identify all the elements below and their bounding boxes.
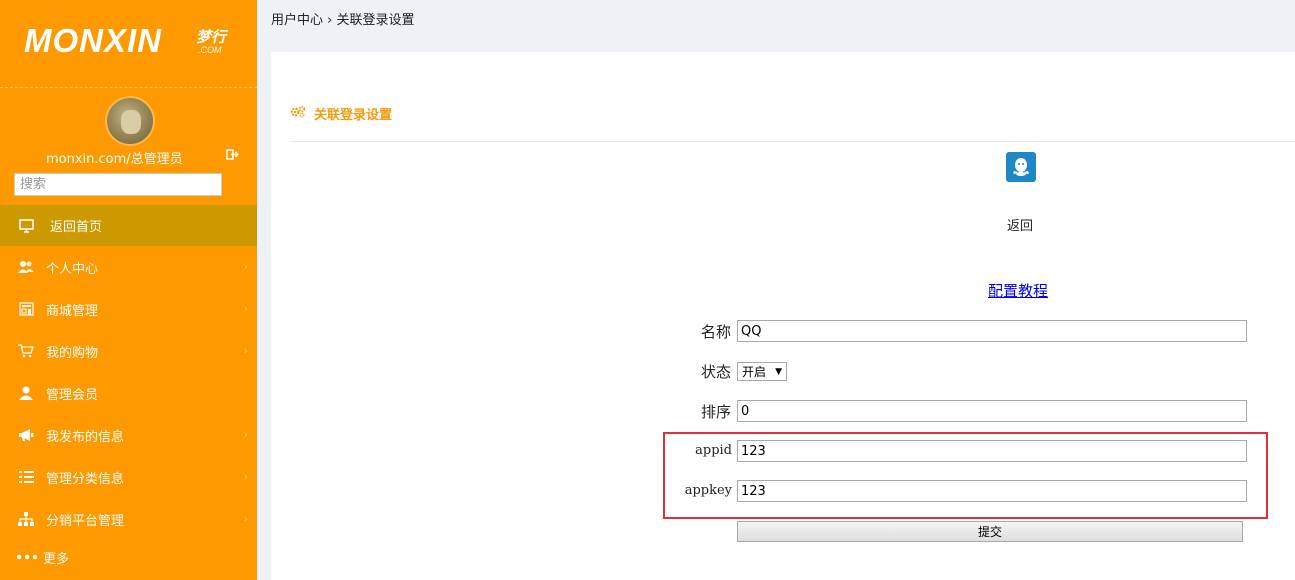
chevron-right-icon: ›: [243, 512, 248, 525]
sort-label: 排序: [700, 403, 731, 421]
submit-button[interactable]: 提交: [737, 521, 1243, 542]
status-select[interactable]: 开启 ▼: [737, 362, 787, 381]
topbar: 用户中心 › 关联登录设置: [257, 0, 1295, 52]
name-label: 名称: [700, 323, 731, 341]
divider: [290, 141, 1295, 142]
config-tutorial-link[interactable]: 配置教程: [988, 280, 1048, 301]
chevron-right-icon: ›: [243, 260, 248, 273]
avatar-image: [121, 110, 141, 134]
appkey-field[interactable]: [737, 480, 1247, 502]
user-icon: [18, 385, 34, 401]
sidebar-item-label: 管理分类信息: [46, 471, 125, 487]
sidebar-item-label: 返回首页: [50, 220, 103, 235]
panel-title-text: 关联登录设置: [314, 108, 393, 123]
sidebar-item-label: 我的购物: [46, 345, 99, 361]
list-icon: [18, 469, 34, 485]
status-label: 状态: [700, 363, 731, 381]
logo-com: .COM: [198, 45, 222, 55]
breadcrumb-current: 关联登录设置: [336, 13, 415, 28]
logo-cn: 梦行: [196, 28, 227, 46]
search-input[interactable]: [14, 173, 222, 196]
cart-icon: [18, 343, 34, 359]
breadcrumb-home[interactable]: 用户中心: [271, 13, 323, 28]
sidebar-item-label: 个人中心: [46, 261, 99, 277]
users-icon: [18, 259, 34, 275]
sidebar-item-personal-center[interactable]: 个人中心 ›: [0, 246, 257, 288]
sidebar-item-label: 我发布的信息: [46, 429, 125, 445]
sidebar-item-store-management[interactable]: 商城管理 ›: [0, 288, 257, 330]
breadcrumb-separator: ›: [327, 13, 333, 28]
sort-field[interactable]: [737, 400, 1247, 422]
megaphone-icon: [18, 427, 34, 443]
main-panel: 关联登录设置 返回 配置教程 名称 状态 开启 ▼ 排序 appid appke…: [271, 52, 1295, 580]
appkey-label: appkey: [684, 483, 732, 498]
logo[interactable]: MONXIN 梦行 .COM: [0, 0, 257, 88]
sidebar-item-label: 分销平台管理: [46, 513, 125, 529]
sidebar-item-manage-categories[interactable]: 管理分类信息 ›: [0, 456, 257, 498]
chevron-down-icon: ▼: [775, 366, 782, 377]
qq-icon: [1006, 152, 1036, 182]
sidebar: MONXIN 梦行 .COM monxin.com/总管理员 返回首页 个人中心…: [0, 0, 257, 580]
back-link[interactable]: 返回: [1007, 215, 1033, 234]
name-field[interactable]: [737, 320, 1247, 342]
status-select-value: 开启: [742, 365, 767, 379]
sitemap-icon: [18, 511, 34, 527]
avatar[interactable]: [105, 96, 155, 146]
appid-label: appid: [695, 443, 732, 458]
gears-icon: [290, 105, 306, 122]
sidebar-item-label: 商城管理: [46, 303, 99, 319]
sidebar-menu: 返回首页 个人中心 › 商城管理 › 我的购物 › 管理会员 我发布的信息 › …: [0, 205, 257, 574]
store-icon: [18, 301, 34, 317]
chevron-right-icon: ›: [243, 344, 248, 357]
sidebar-item-my-shopping[interactable]: 我的购物 ›: [0, 330, 257, 372]
more-dots-icon: [16, 549, 38, 565]
sidebar-item-distribution[interactable]: 分销平台管理 ›: [0, 498, 257, 540]
logo-text: MONXIN: [24, 22, 162, 59]
chevron-right-icon: ›: [243, 302, 248, 315]
panel-title: 关联登录设置: [290, 104, 392, 123]
breadcrumb: 用户中心 › 关联登录设置: [271, 9, 415, 28]
username[interactable]: monxin.com/总管理员: [46, 148, 183, 167]
sidebar-item-more[interactable]: 更多: [0, 540, 257, 574]
monitor-icon: [18, 218, 34, 234]
sidebar-item-label: 管理会员: [46, 387, 99, 403]
sidebar-item-label: 更多: [43, 551, 70, 567]
logout-icon[interactable]: [226, 148, 240, 161]
sidebar-item-manage-members[interactable]: 管理会员: [0, 372, 257, 414]
sidebar-item-home[interactable]: 返回首页: [0, 205, 257, 246]
chevron-right-icon: ›: [243, 470, 248, 483]
sidebar-item-my-posts[interactable]: 我发布的信息 ›: [0, 414, 257, 456]
appid-field[interactable]: [737, 440, 1247, 462]
chevron-right-icon: ›: [243, 428, 248, 441]
